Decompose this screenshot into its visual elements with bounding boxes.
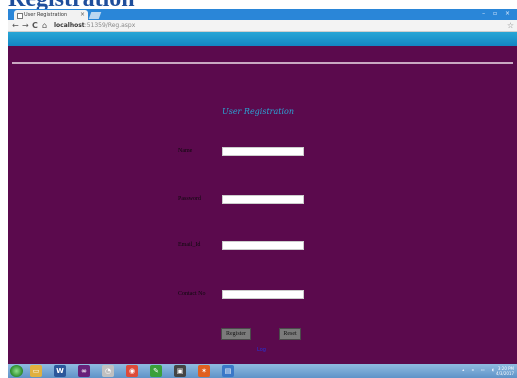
address-bar[interactable]: localhost:51359/Reg.aspx: [54, 21, 494, 30]
title-bar: User Registration × – ▫ ×: [8, 9, 517, 20]
new-tab-button[interactable]: [88, 12, 102, 19]
app-icon[interactable]: ✶: [198, 365, 210, 377]
start-button[interactable]: [10, 365, 23, 377]
word-icon[interactable]: W: [54, 365, 66, 377]
url-path: :51359/Reg.aspx: [84, 22, 136, 29]
email-input[interactable]: [222, 241, 304, 250]
divider: [12, 62, 513, 64]
page-icon: [17, 13, 23, 19]
reload-icon[interactable]: C: [32, 20, 38, 31]
clock[interactable]: 3:20 PM 4/3/2017: [496, 366, 514, 376]
clock-date: 4/3/2017: [496, 371, 514, 376]
browser-window: User Registration × – ▫ × ← → C ⌂ localh…: [8, 9, 517, 378]
browser-tab[interactable]: User Registration ×: [14, 10, 88, 20]
email-label: Email_Id: [178, 242, 201, 248]
folder-icon[interactable]: ▭: [30, 365, 42, 377]
login-link[interactable]: Log: [257, 347, 266, 353]
url-host: localhost: [54, 22, 85, 29]
contact-input[interactable]: [222, 290, 304, 299]
register-button[interactable]: Register: [221, 328, 251, 340]
window-controls[interactable]: – ▫ ×: [482, 9, 513, 19]
name-label: Name: [178, 148, 193, 154]
password-input[interactable]: [222, 195, 304, 204]
visual-studio-icon[interactable]: ∞: [78, 365, 90, 377]
chrome-icon[interactable]: ◉: [126, 365, 138, 377]
system-tray[interactable]: ▴ ◂ ▭ ◖: [462, 367, 497, 372]
contact-label: Contact No: [178, 291, 206, 297]
close-tab-icon[interactable]: ×: [80, 10, 85, 20]
header-banner: [8, 32, 517, 46]
tool-icon[interactable]: ▣: [174, 365, 186, 377]
home-icon[interactable]: ⌂: [42, 20, 47, 31]
back-icon[interactable]: ←: [12, 20, 19, 31]
password-label: Password: [178, 196, 202, 202]
paint-icon[interactable]: ✎: [150, 365, 162, 377]
name-input[interactable]: [222, 147, 304, 156]
taskbar: ▭ W ∞ ◔ ◉ ✎ ▣ ✶ ▤ ▴ ◂ ▭ ◖ 3:20 PM 4/3/2017: [8, 364, 517, 378]
bookmark-star-icon[interactable]: ☆: [507, 20, 514, 31]
sql-server-icon[interactable]: ◔: [102, 365, 114, 377]
page-title: User Registration: [221, 107, 295, 116]
browser-toolbar: ← → C ⌂ localhost:51359/Reg.aspx ☆: [8, 20, 517, 32]
forward-icon[interactable]: →: [22, 20, 29, 31]
tab-title: User Registration: [24, 12, 68, 18]
document-icon[interactable]: ▤: [222, 365, 234, 377]
reset-button[interactable]: Reset: [279, 328, 301, 340]
